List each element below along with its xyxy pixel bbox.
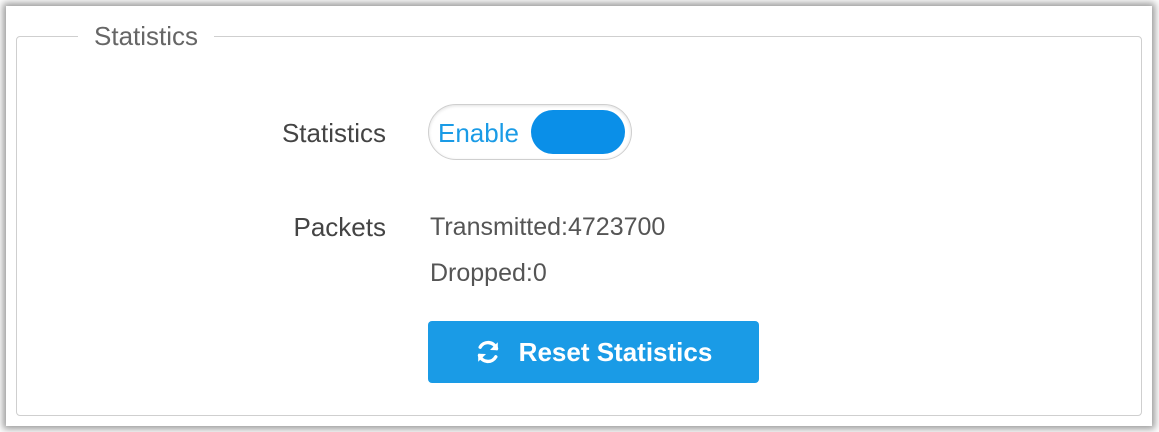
reset-statistics-label: Reset Statistics xyxy=(518,336,713,367)
toggle-knob xyxy=(531,110,625,154)
dropped-count: Dropped:0 xyxy=(430,259,547,287)
transmitted-count: Transmitted:4723700 xyxy=(430,213,666,241)
statistics-label: Statistics xyxy=(281,118,386,148)
statistics-enable-toggle[interactable]: Enable xyxy=(428,104,632,160)
refresh-icon xyxy=(475,339,501,365)
packets-label: Packets xyxy=(293,212,387,242)
reset-statistics-button[interactable]: Reset Statistics xyxy=(428,321,759,383)
toggle-label: Enable xyxy=(438,118,519,148)
fieldset-legend: Statistics xyxy=(78,20,215,52)
